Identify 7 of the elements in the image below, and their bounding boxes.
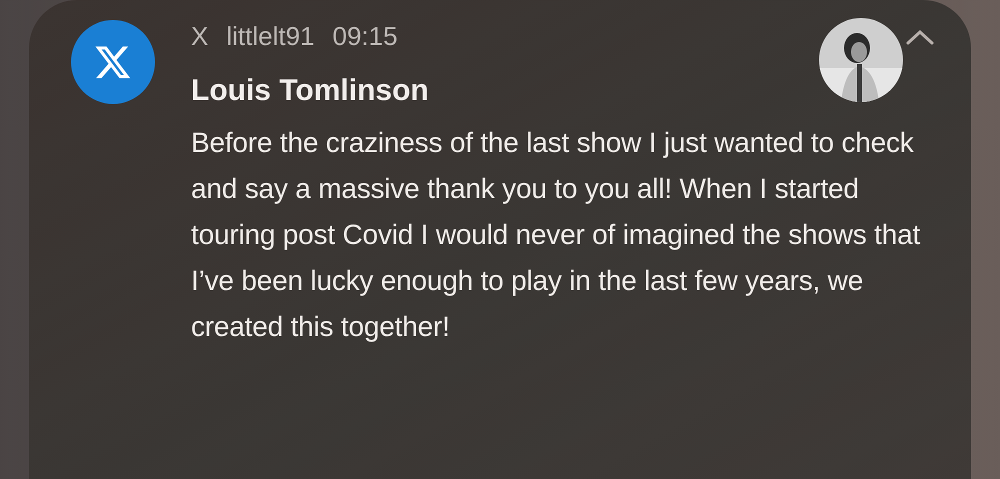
collapse-icon[interactable] [906, 29, 934, 45]
message-text: Before the craziness of the last show I just wanted to check and say a massive thank you to you all! When I started touring post Covid I would never of imagined the shows that I’ve been lucky enough to play in the last few years, we created this together! [191, 126, 922, 344]
app-name: X [191, 20, 208, 53]
sender-name: Louis Tomlinson [191, 73, 429, 109]
timestamp: 09:15 [332, 20, 398, 53]
account-name: littlelt91 [226, 20, 314, 53]
notification-card[interactable] [29, 0, 971, 479]
